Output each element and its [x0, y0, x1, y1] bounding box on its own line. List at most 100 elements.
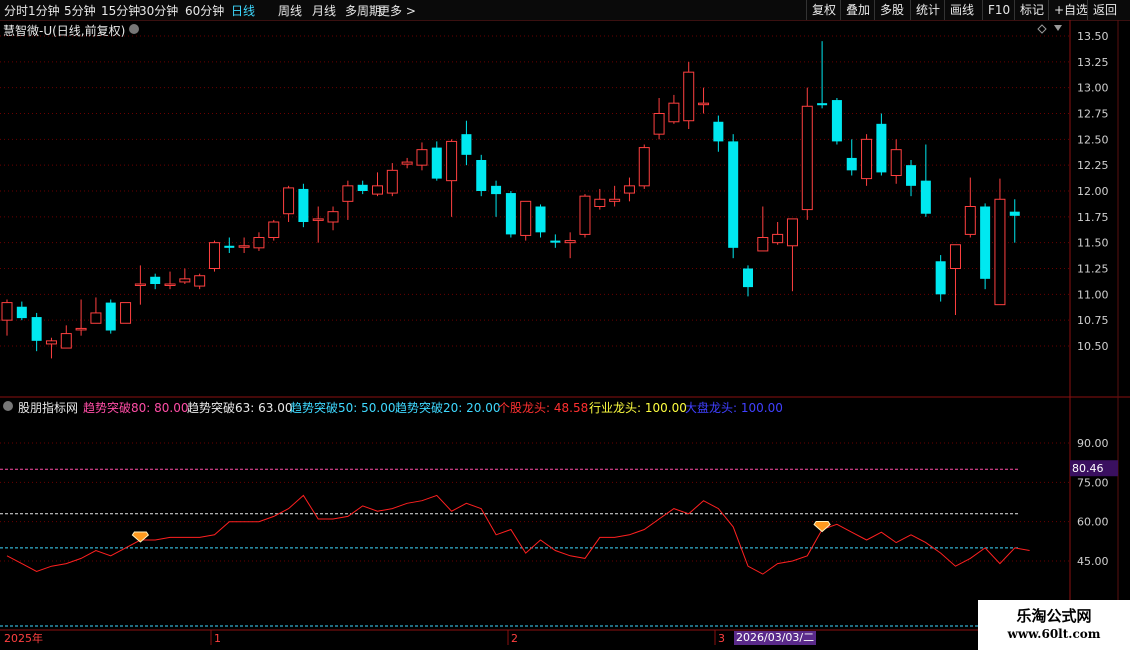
legend-item: 个股龙头: 48.58	[498, 401, 589, 415]
time-axis-label: 2	[511, 632, 518, 645]
candle-body	[994, 198, 1006, 306]
candle-body	[164, 283, 176, 286]
candle-body	[461, 134, 472, 155]
candle-body	[579, 195, 591, 235]
candle-body	[357, 184, 368, 191]
indicator-tick-label: 90.00	[1077, 437, 1109, 450]
candle-body	[208, 242, 220, 270]
time-axis-label: 2025年	[4, 631, 43, 645]
candle-body	[327, 211, 339, 223]
candle-body	[564, 240, 576, 244]
candle-body	[935, 261, 946, 295]
candle-body	[194, 275, 206, 287]
candle-body	[298, 188, 309, 222]
candle-body	[1, 302, 13, 321]
candle-body	[431, 147, 442, 179]
candle-body	[268, 221, 280, 238]
candle-body	[757, 237, 769, 252]
indicator-tick-label: 75.00	[1077, 476, 1109, 489]
candle-body	[16, 306, 27, 319]
price-tick-label: 10.75	[1077, 314, 1109, 327]
candle-body	[964, 206, 976, 235]
candle-body	[817, 103, 828, 106]
legend-item: 大盘龙头: 100.00	[685, 401, 783, 415]
candle-body	[743, 268, 753, 288]
candle-body	[831, 100, 842, 142]
candle-body	[372, 185, 383, 195]
candle-body	[890, 149, 902, 177]
price-tick-label: 12.50	[1077, 133, 1109, 146]
diamond-marker-icon	[813, 521, 831, 533]
legend-item: 趋势突破50: 50.00	[290, 401, 396, 415]
candle-body	[238, 245, 250, 248]
watermark-title: 乐淘公式网	[1016, 607, 1092, 625]
price-tick-label: 12.75	[1077, 108, 1109, 121]
candle-body	[920, 180, 931, 214]
price-tick-label: 13.50	[1077, 30, 1109, 43]
price-tick-label: 11.75	[1077, 211, 1109, 224]
candle-body	[861, 138, 873, 180]
candle-body	[713, 121, 724, 142]
price-tick-label: 11.50	[1077, 237, 1109, 250]
candle-body	[342, 185, 354, 202]
candle-body	[105, 302, 116, 331]
candle-body	[505, 193, 516, 235]
candle-body	[45, 340, 57, 345]
candle-body	[90, 312, 102, 324]
candle-body	[224, 245, 235, 248]
price-tick-label: 13.25	[1077, 56, 1109, 69]
price-tick-label: 11.00	[1077, 288, 1109, 301]
candle-body	[386, 169, 398, 194]
diamond-marker-icon	[131, 531, 150, 543]
time-axis-label: 1	[214, 632, 221, 645]
candle-body	[491, 185, 502, 195]
candle-body	[980, 206, 991, 279]
candle-body	[75, 327, 87, 331]
candle-body	[772, 233, 784, 244]
candle-body	[653, 113, 665, 135]
indicator-tick-label: 60.00	[1077, 516, 1109, 529]
legend-item: 趋势突破63: 63.00	[187, 401, 293, 415]
candle-body	[1009, 211, 1020, 216]
price-tick-label: 13.00	[1077, 82, 1109, 95]
candle-body	[520, 200, 532, 236]
time-axis-label: 3	[718, 632, 725, 645]
candle-body	[134, 283, 146, 286]
candle-body	[668, 102, 680, 123]
current-value-label: 80.46	[1072, 462, 1104, 475]
indicator-line	[6, 494, 1030, 575]
candle-body	[31, 317, 42, 341]
cursor-date: 2026/03/03/二	[734, 631, 817, 645]
legend-item: 趋势突破20: 20.00	[395, 401, 501, 415]
candle-body	[594, 198, 606, 207]
candle-body	[698, 102, 710, 106]
candle-body	[949, 244, 961, 270]
chevron-down-icon	[3, 401, 13, 411]
price-tick-label: 12.00	[1077, 185, 1109, 198]
indicator-name[interactable]: 股朋指标网	[18, 399, 78, 416]
candle-body	[446, 140, 458, 182]
legend-item: 行业龙头: 100.00	[589, 401, 687, 415]
candle-body	[786, 218, 798, 247]
price-tick-label: 11.25	[1077, 263, 1109, 276]
candle-body	[253, 237, 265, 249]
candle-body	[476, 160, 487, 191]
candle-body	[728, 141, 739, 248]
diamond-icon	[1037, 24, 1047, 34]
candle-body	[150, 276, 161, 284]
candle-body	[312, 218, 324, 221]
chevron-down-icon	[129, 24, 139, 34]
candle-body	[846, 157, 857, 171]
candle-body	[283, 187, 295, 215]
indicator-tick-label: 45.00	[1077, 555, 1109, 568]
candle-body	[179, 278, 191, 283]
candle-body	[401, 161, 413, 165]
candle-body	[683, 71, 695, 122]
candle-body	[535, 206, 546, 233]
candle-body	[638, 147, 650, 187]
candle-body	[60, 333, 72, 349]
watermark: 乐淘公式网 www.60lt.com	[978, 600, 1130, 650]
watermark-url: www.60lt.com	[1007, 627, 1101, 641]
candle-body	[120, 302, 132, 324]
candle-body	[623, 185, 635, 194]
